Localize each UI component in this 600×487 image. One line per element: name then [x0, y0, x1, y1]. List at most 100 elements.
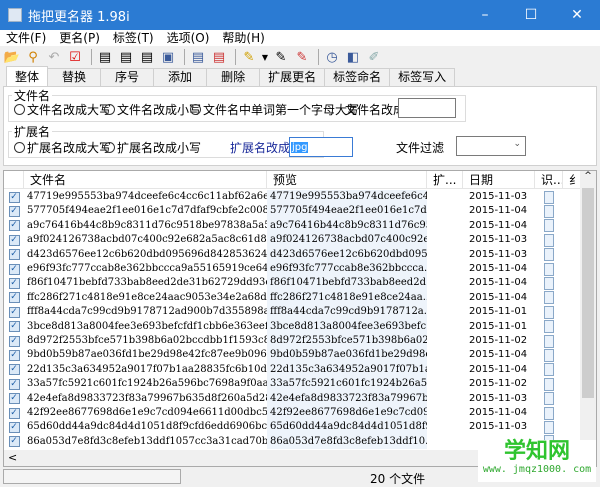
table-row[interactable]: ✓ f86f10471bebfd733bab8eed2de31b62729dd9… [4, 276, 584, 291]
edit-remove-icon[interactable]: ✎ [293, 48, 311, 66]
tab-delete[interactable]: 删除 [206, 68, 261, 86]
tab-extension-rename[interactable]: 扩展更名 [259, 68, 326, 86]
tab-add[interactable]: 添加 [153, 68, 208, 86]
table-row[interactable]: ✓ 65d60dd44a9dc84d4d1051d8f9cfd6edd6906b… [4, 420, 584, 435]
search-icon[interactable]: ⚲ [24, 48, 42, 66]
document-icon [544, 205, 554, 219]
cell-extension [427, 204, 463, 218]
column-date[interactable]: 日期 [463, 171, 535, 189]
tab-tag-write[interactable]: 标签写入 [389, 68, 456, 86]
table-row[interactable]: ✓ e96f93fc777ccab8e362bbccca9a55165919ce… [4, 262, 584, 277]
row-checkbox[interactable]: ✓ [4, 291, 24, 305]
column-extension[interactable]: 扩... [427, 171, 463, 189]
row-checkbox[interactable]: ✓ [4, 420, 24, 434]
row-checkbox[interactable]: ✓ [4, 262, 24, 276]
list-red-icon[interactable]: ▤ [210, 48, 228, 66]
minimize-button[interactable]: – [462, 0, 508, 30]
table-row[interactable]: ✓ a9c76416b44c8b9c8311d76c9518be97838a5a… [4, 218, 584, 234]
row-checkbox[interactable]: ✓ [4, 305, 24, 319]
row-checkbox[interactable]: ✓ [4, 363, 24, 377]
tag3-icon[interactable]: ▤ [138, 48, 156, 66]
row-checkbox[interactable]: ✓ [4, 204, 24, 218]
menu-file[interactable]: 文件(F) [0, 30, 53, 46]
ext-lower-radio[interactable]: 扩展名改成小写 [104, 139, 201, 156]
table-row[interactable]: ✓ 42f92ee8677698d6e1e9c7cd094e6611d00dbc… [4, 406, 584, 421]
cell-id [535, 291, 563, 305]
pin-icon[interactable]: ✐ [365, 48, 383, 66]
row-checkbox[interactable]: ✓ [4, 320, 24, 334]
tag4-icon[interactable]: ▣ [159, 48, 177, 66]
table-row[interactable]: ✓ 42e4efa8d9833723f83a79967b635d8f260a5d… [4, 391, 584, 406]
cell-filename: 33a57fc5921c601fc1924b26a596bc7698a9f0aa… [27, 378, 267, 390]
document-icon [544, 377, 554, 391]
pencil-icon[interactable]: ✎ [240, 48, 258, 66]
table-row[interactable]: ✓ 9bd0b59b87ae036fd1be29d98e42fc87ee9b09… [4, 348, 584, 363]
dropdown-icon[interactable]: ▼ [261, 48, 269, 66]
close-button[interactable]: ✕ [554, 0, 600, 30]
tab-overall[interactable]: 整体 [6, 66, 49, 86]
file-list[interactable]: 文件名 预览 扩... 日期 识... 纟 ✓ 47719e995553ba97… [3, 170, 597, 467]
clock-icon[interactable]: ◷ [323, 48, 341, 66]
row-checkbox[interactable]: ✓ [4, 348, 24, 362]
table-row[interactable]: ✓ 3bce8d813a8004fee3e693befcfdf1cbb6e363… [4, 319, 584, 334]
document-icon [544, 305, 554, 319]
row-checkbox[interactable]: ✓ [4, 219, 24, 233]
edit-add-icon[interactable]: ✎ [272, 48, 290, 66]
maximize-button[interactable]: ☐ [508, 0, 554, 30]
column-id[interactable]: 识... [535, 171, 563, 189]
tag2-icon[interactable]: ▤ [117, 48, 135, 66]
table-row[interactable]: ✓ 33a57fc5921c601fc1924b26a596bc7698a9f0… [4, 377, 584, 392]
tag1-icon[interactable]: ▤ [96, 48, 114, 66]
cell-id [535, 334, 563, 348]
scroll-left-icon[interactable]: < [4, 451, 17, 464]
vertical-scrollbar[interactable]: ^ [580, 171, 596, 451]
fn-title-radio[interactable]: 文件名中单词第一个字母大写 [190, 101, 359, 118]
fn-lower-radio[interactable]: 文件名改成小写 [104, 101, 201, 118]
cell-extension [427, 377, 463, 391]
ext-rename-value: jpg [291, 142, 309, 153]
table-row[interactable]: ✓ 22d135c3a634952a9017f07b1aa28835fc6b10… [4, 362, 584, 378]
row-checkbox[interactable]: ✓ [4, 377, 24, 391]
row-checkbox[interactable]: ✓ [4, 276, 24, 290]
row-checkbox[interactable]: ✓ [4, 248, 24, 262]
panel-icon[interactable]: ◧ [344, 48, 362, 66]
column-filename[interactable]: 文件名 [24, 171, 267, 189]
tab-replace[interactable]: 替换 [47, 68, 102, 86]
open-folder-icon[interactable]: 📂 [3, 48, 21, 66]
row-checkbox[interactable]: ✓ [4, 233, 24, 247]
row-checkbox[interactable]: ✓ [4, 406, 24, 420]
scroll-up-icon[interactable]: ^ [580, 171, 596, 181]
table-row[interactable]: ✓ ffc286f271c4818e91e8ce24aac9053e34e2a6… [4, 290, 584, 306]
document-icon [544, 406, 554, 420]
tab-tag-naming[interactable]: 标签命名 [324, 68, 391, 86]
table-row[interactable]: ✓ 577705f494eae2f1ee016e1c7d7dfaf9cbfe2c… [4, 204, 584, 219]
tab-sequence[interactable]: 序号 [100, 68, 155, 86]
table-row[interactable]: ✓ 47719e995553ba974dceefe6c4cc6c11abf62a… [4, 190, 584, 205]
table-row[interactable]: ✓ 8d972f2553bfce571b398b6a02bccdbb1f1593… [4, 334, 584, 349]
row-checkbox[interactable]: ✓ [4, 435, 24, 449]
menu-rename[interactable]: 更名(P) [53, 30, 107, 46]
filter-select[interactable]: ⌄ [456, 136, 526, 156]
menu-options[interactable]: 选项(O) [161, 30, 217, 46]
toolbar-separator [184, 49, 185, 65]
row-checkbox[interactable]: ✓ [4, 190, 24, 204]
list-icon[interactable]: ▤ [189, 48, 207, 66]
fn-upper-radio[interactable]: 文件名改成大写 [14, 101, 111, 118]
cell-preview: f86f10471bebfd733bab8eed2d... [267, 276, 427, 291]
column-preview[interactable]: 预览 [267, 171, 427, 189]
ext-rename-input[interactable]: jpg [289, 137, 353, 157]
cell-id [535, 406, 563, 420]
check-icon[interactable]: ☑ [66, 48, 84, 66]
undo-icon[interactable]: ↶ [45, 48, 63, 66]
ext-rename-label: 扩展名改成 [230, 141, 291, 155]
menu-help[interactable]: 帮助(H) [216, 30, 271, 46]
menu-tags[interactable]: 标签(T) [107, 30, 161, 46]
ext-upper-radio[interactable]: 扩展名改成大写 [14, 139, 111, 156]
row-checkbox[interactable]: ✓ [4, 392, 24, 406]
scroll-thumb[interactable] [582, 188, 594, 398]
fn-rename-input[interactable] [398, 98, 456, 118]
table-row[interactable]: ✓ a9f024126738acbd07c400c92e682a5ac8c61d… [4, 233, 584, 248]
row-checkbox[interactable]: ✓ [4, 334, 24, 348]
table-row[interactable]: ✓ fff8a44cda7c99cd9b9178712ad900b7d35589… [4, 305, 584, 320]
table-row[interactable]: ✓ d423d6576ee12c6b620dbd095696d842853624… [4, 247, 584, 262]
